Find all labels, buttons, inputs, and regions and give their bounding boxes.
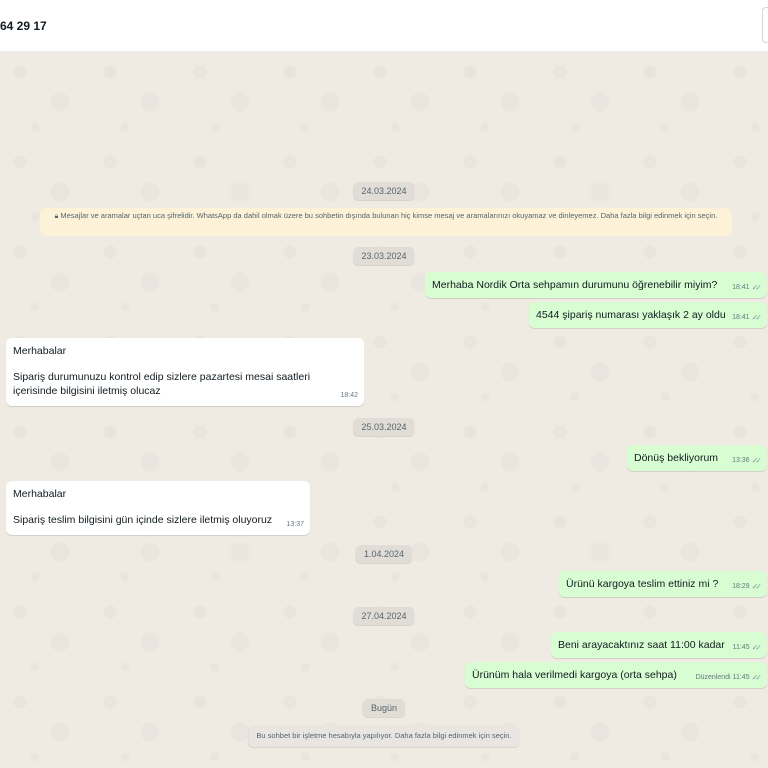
encryption-notice[interactable]: 🔒︎ Mesajlar ve aramalar uçtan uca şifreli… (40, 208, 732, 236)
message-text: 4544 şipariş numarası yaklaşık 2 ay oldu (536, 309, 726, 321)
outgoing-message[interactable]: 4544 şipariş numarası yaklaşık 2 ay oldu… (529, 302, 767, 328)
encryption-notice-text: Mesajlar ve aramalar uçtan uca şifrelidi… (60, 211, 718, 220)
message-time: 13:36 (732, 457, 750, 464)
contact-name[interactable]: 64 29 17 (0, 19, 47, 33)
message-text: Dönüş bekliyorum (634, 452, 719, 464)
message-text: Sipariş teslim bilgisini gün içinde sizl… (13, 514, 273, 526)
message-meta: 18:41 ✓✓ (732, 311, 763, 325)
date-separator: 1.04.2024 (355, 545, 413, 563)
chat-header: 64 29 17 (0, 0, 768, 52)
double-check-icon: ✓✓ (751, 283, 763, 292)
message-time: 18:29 (732, 583, 750, 590)
double-check-icon: ✓✓ (751, 456, 763, 465)
double-check-icon: ✓✓ (751, 643, 763, 652)
message-meta: Düzenlendi 11:45 ✓✓ (695, 671, 763, 685)
message-meta: 18:41 ✓✓ (732, 281, 763, 295)
outgoing-message[interactable]: Ürünü kargoya teslim ettiniz mi ? 18:29 … (559, 571, 767, 597)
date-separator: Bugün (362, 699, 406, 717)
outgoing-message[interactable]: Ürünüm hala verilmedi kargoya (orta sehp… (465, 662, 767, 688)
business-account-notice[interactable]: Bu sohbet bir işletme hesabıyla yapılıyo… (248, 725, 520, 747)
incoming-message[interactable]: Merhabalar Sipariş teslim bilgisini gün … (6, 481, 310, 535)
header-search-box-edge[interactable] (762, 7, 768, 43)
message-text: Merhaba Nordik Orta sehpamın durumunu öğ… (432, 279, 718, 291)
date-separator: 24.03.2024 (353, 182, 415, 200)
incoming-message[interactable]: Merhabalar Sipariş durumunuzu kontrol ed… (6, 338, 364, 406)
outgoing-message[interactable]: Merhaba Nordik Orta sehpamın durumunu öğ… (425, 272, 767, 298)
message-greeting: Merhabalar (13, 345, 67, 357)
message-meta: 11:45 ✓✓ (732, 641, 763, 655)
chat-area (0, 52, 768, 768)
lock-icon: 🔒︎ (54, 213, 59, 220)
message-text: Beni arayacaktınız saat 11:00 kadar (558, 639, 725, 651)
outgoing-message[interactable]: Beni arayacaktınız saat 11:00 kadar 11:4… (551, 632, 767, 658)
message-meta: 18:29 ✓✓ (732, 580, 763, 594)
message-time: 18:41 (732, 284, 750, 291)
message-time: 18:41 (732, 314, 750, 321)
message-text: Ürünüm hala verilmedi kargoya (orta sehp… (472, 669, 677, 681)
message-time: 11:45 (732, 644, 750, 651)
message-time: 11:45 (732, 674, 750, 681)
message-meta: 13:37 (286, 518, 304, 532)
outgoing-message[interactable]: Dönüş bekliyorum 13:36 ✓✓ (627, 445, 767, 471)
date-separator: 25.03.2024 (353, 418, 415, 436)
message-edited-label: Düzenlendi (695, 674, 731, 681)
message-time: 18:42 (340, 392, 358, 399)
message-text: Sipariş durumunuzu kontrol edip sizlere … (13, 371, 311, 397)
double-check-icon: ✓✓ (751, 582, 763, 591)
message-meta: 18:42 (340, 389, 358, 403)
message-meta: 13:36 ✓✓ (732, 454, 763, 468)
date-separator: 23.03.2024 (353, 247, 415, 265)
message-text: Ürünü kargoya teslim ettiniz mi ? (566, 578, 719, 590)
date-separator: 27.04.2024 (353, 607, 415, 625)
double-check-icon: ✓✓ (751, 673, 763, 682)
message-greeting: Merhabalar (13, 488, 67, 500)
message-time: 13:37 (286, 521, 304, 528)
double-check-icon: ✓✓ (751, 313, 763, 322)
